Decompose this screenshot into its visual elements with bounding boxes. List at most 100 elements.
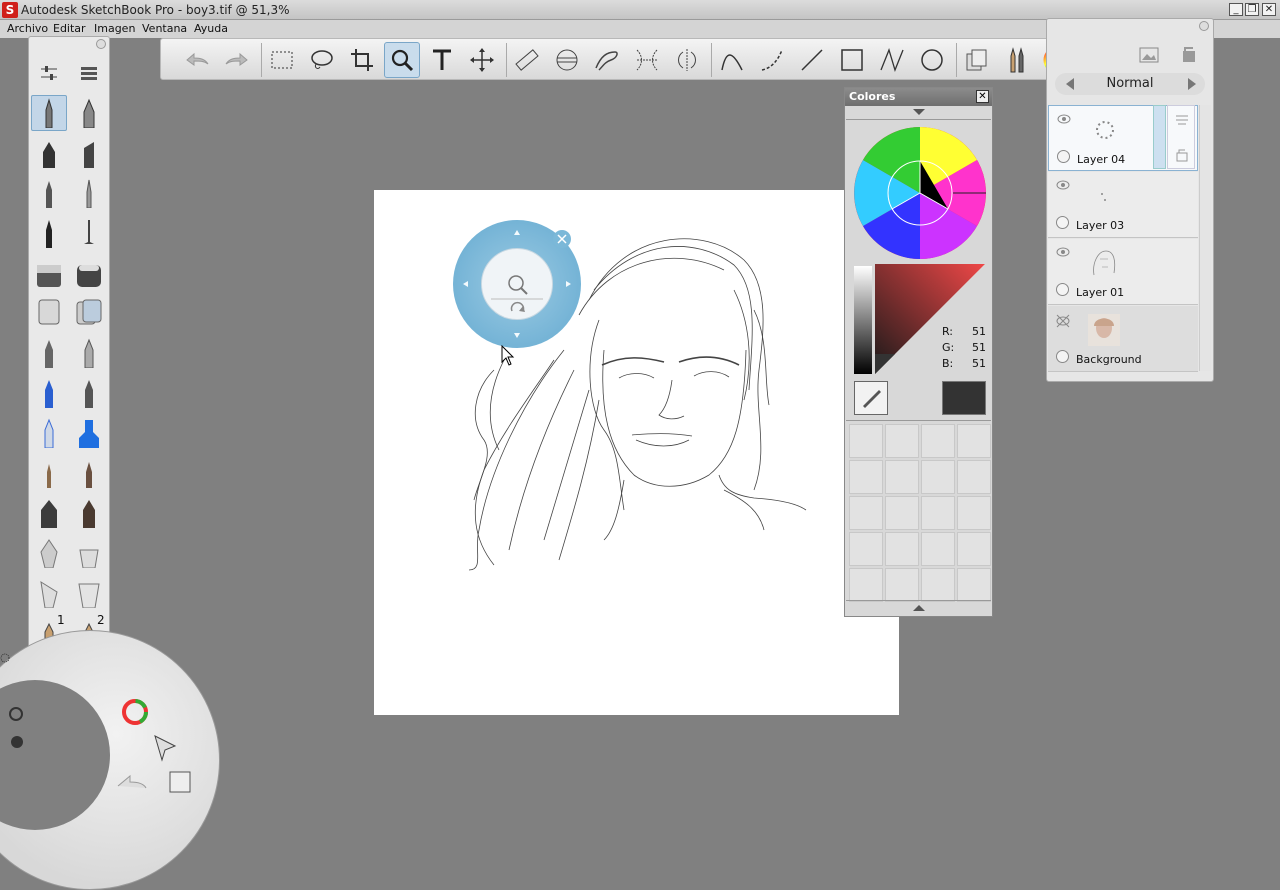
ballpoint-brush[interactable] xyxy=(31,175,67,211)
close-window-button[interactable]: ✕ xyxy=(1262,3,1276,16)
color-swatch[interactable] xyxy=(849,424,883,458)
visibility-eye-icon[interactable] xyxy=(1056,180,1070,190)
layer-select-radio[interactable] xyxy=(1057,150,1070,163)
texture-brush[interactable] xyxy=(71,575,107,611)
image-icon[interactable] xyxy=(1139,47,1159,63)
color-swatch[interactable] xyxy=(921,424,955,458)
line-tool[interactable] xyxy=(794,42,830,78)
color-swatch[interactable] xyxy=(957,496,991,530)
color-swatch[interactable] xyxy=(921,568,955,602)
polyline-tool[interactable] xyxy=(874,42,910,78)
eyedropper-button[interactable] xyxy=(854,381,888,415)
minimize-button[interactable]: _ xyxy=(1229,3,1243,16)
curve-tool[interactable] xyxy=(714,42,750,78)
airbrush-brush[interactable] xyxy=(71,215,107,251)
menu-ventana[interactable]: Ventana xyxy=(142,22,187,35)
layer-row-background[interactable]: Background xyxy=(1048,306,1198,372)
layer-select-radio[interactable] xyxy=(1056,350,1069,363)
ruler-tool[interactable] xyxy=(509,42,545,78)
layer-select-radio[interactable] xyxy=(1056,283,1069,296)
color-swatch[interactable] xyxy=(849,532,883,566)
color-swatch[interactable] xyxy=(885,460,919,494)
menu-imagen[interactable]: Imagen xyxy=(94,22,135,35)
brush-list-view-button[interactable] xyxy=(71,55,107,91)
color-swatch[interactable] xyxy=(957,460,991,494)
smear-brush[interactable] xyxy=(31,257,67,293)
paintbrush-brush[interactable] xyxy=(71,175,107,211)
fill-bucket-brush[interactable] xyxy=(31,293,67,329)
brush-palette-button[interactable] xyxy=(999,42,1035,78)
color-swatch[interactable] xyxy=(849,460,883,494)
color-swatch[interactable] xyxy=(885,568,919,602)
palette-collapse-button[interactable] xyxy=(96,39,106,49)
visibility-eye-icon[interactable] xyxy=(1057,114,1071,124)
layer-lock-icon[interactable] xyxy=(1179,45,1199,63)
hidden-eye-icon[interactable] xyxy=(1056,314,1070,328)
blend-mode-selector[interactable]: Normal xyxy=(1055,73,1205,95)
undo-button[interactable] xyxy=(179,42,215,78)
dry-brush[interactable] xyxy=(31,575,67,611)
visibility-eye-icon[interactable] xyxy=(1056,247,1070,257)
color-swatch[interactable] xyxy=(921,460,955,494)
blue-pencil-brush[interactable] xyxy=(31,375,67,411)
blend-next-icon[interactable] xyxy=(1187,78,1197,90)
layer-select-radio[interactable] xyxy=(1056,216,1069,229)
round-brush[interactable] xyxy=(71,455,107,491)
rectangle-select-tool[interactable] xyxy=(264,42,300,78)
expand-down-icon[interactable] xyxy=(913,604,925,612)
color-swatch[interactable] xyxy=(885,532,919,566)
color-swatch[interactable] xyxy=(921,496,955,530)
polyline-curve-tool[interactable] xyxy=(754,42,790,78)
ellipse-tool[interactable] xyxy=(914,42,950,78)
fine-pen-brush[interactable] xyxy=(71,335,107,371)
technical-pen-brush[interactable] xyxy=(31,215,67,251)
color-swatch[interactable] xyxy=(885,496,919,530)
blur-brush[interactable] xyxy=(71,257,107,293)
french-curve-tool[interactable] xyxy=(589,42,625,78)
saturation-triangle[interactable] xyxy=(875,264,987,376)
filbert-brush[interactable] xyxy=(71,495,107,531)
dark-pencil-brush[interactable] xyxy=(71,375,107,411)
ellipse-guide-tool[interactable] xyxy=(549,42,585,78)
small-brush[interactable] xyxy=(31,455,67,491)
color-swatch[interactable] xyxy=(849,496,883,530)
color-swatch[interactable] xyxy=(957,568,991,602)
blue-marker-brush[interactable] xyxy=(31,415,67,451)
current-color-swatch[interactable] xyxy=(942,381,986,415)
brush-settings-button[interactable] xyxy=(31,55,67,91)
color-swatch[interactable] xyxy=(921,532,955,566)
marker-brush[interactable] xyxy=(31,135,67,171)
symmetry-x-tool[interactable] xyxy=(629,42,665,78)
rectangle-tool[interactable] xyxy=(834,42,870,78)
color-wheel[interactable] xyxy=(853,126,987,260)
fan-brush[interactable] xyxy=(31,535,67,571)
app-icon[interactable]: S xyxy=(2,2,18,18)
layer-opacity-slider[interactable] xyxy=(1153,105,1166,169)
ink-pen-brush[interactable] xyxy=(71,95,107,131)
move-tool[interactable] xyxy=(464,42,500,78)
color-swatch[interactable] xyxy=(957,424,991,458)
lasso-tool[interactable] xyxy=(304,42,340,78)
color-swatch[interactable] xyxy=(849,568,883,602)
crop-tool[interactable] xyxy=(344,42,380,78)
color-swatch[interactable] xyxy=(885,424,919,458)
layer-scrollbar[interactable] xyxy=(1199,105,1211,371)
text-tool[interactable] xyxy=(424,42,460,78)
ink-bottle-brush[interactable] xyxy=(71,415,107,451)
flat-brush[interactable] xyxy=(31,495,67,531)
symmetry-y-tool[interactable] xyxy=(669,42,705,78)
collapse-up-icon[interactable] xyxy=(913,109,925,117)
layer-editor-collapse-button[interactable] xyxy=(1199,21,1209,31)
menu-editar[interactable]: Editar xyxy=(53,22,86,35)
menu-archivo[interactable]: Archivo xyxy=(7,22,48,35)
felt-pen-brush[interactable] xyxy=(31,335,67,371)
puck-zoom-icon[interactable] xyxy=(481,248,553,320)
pencil-brush[interactable] xyxy=(31,95,67,131)
wide-fan-brush[interactable] xyxy=(71,535,107,571)
color-swatch[interactable] xyxy=(957,532,991,566)
layer-editor-button[interactable] xyxy=(959,42,995,78)
gradient-fill-brush[interactable] xyxy=(71,293,107,329)
colors-panel-close-button[interactable]: ✕ xyxy=(976,90,989,103)
layer-row-layer-01[interactable]: Layer 01 xyxy=(1048,239,1198,305)
redo-button[interactable] xyxy=(219,42,255,78)
